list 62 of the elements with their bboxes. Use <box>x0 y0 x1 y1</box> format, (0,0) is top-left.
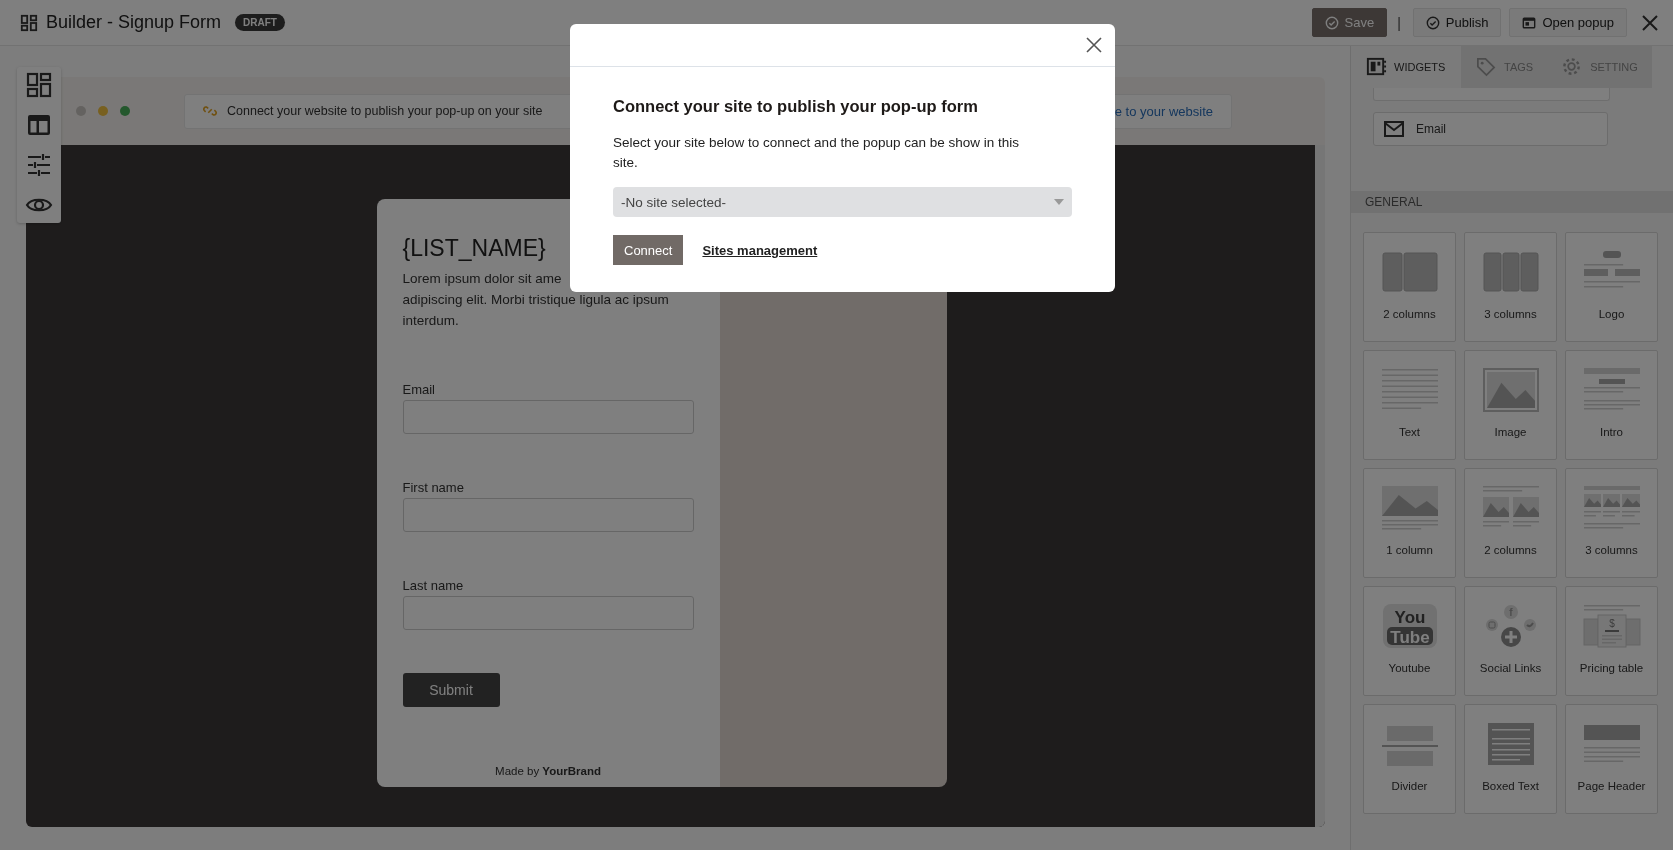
widgets-icon <box>1365 56 1387 78</box>
section-header: GENERAL <box>1351 191 1673 213</box>
two-column-layout-icon <box>1380 249 1439 295</box>
three-column-layout-icon <box>1481 249 1540 295</box>
footer-text: Made by YourBrand <box>494 765 602 777</box>
input-field[interactable] <box>402 596 694 630</box>
sites-management-link[interactable]: Sites management <box>702 242 818 258</box>
submit-button[interactable]: Submit <box>402 673 500 707</box>
widget-tile[interactable]: 2 columns <box>1363 232 1456 342</box>
check-circle-icon <box>1324 15 1339 30</box>
widget-tile[interactable]: Intro <box>1565 350 1658 460</box>
widget-tile[interactable]: You Tube Youtube <box>1363 586 1456 696</box>
image-with-text-icon <box>1380 485 1439 531</box>
sliders-icon[interactable] <box>25 151 53 179</box>
widget-item[interactable]: Email <box>1373 112 1608 146</box>
check-circle-icon <box>1425 15 1440 30</box>
status-badge: DRAFT <box>235 14 285 31</box>
widget-tile[interactable]: $ Pricing table <box>1565 586 1658 696</box>
widget-tile[interactable]: 1 column <box>1363 468 1456 578</box>
site-select[interactable]: -No site selected- <box>613 187 1072 217</box>
widget-tile[interactable]: Boxed Text <box>1464 704 1557 814</box>
intro-text: adipiscing elit. Morbi tristique ligula ac ipsum interdum. <box>402 291 670 330</box>
widget-tile[interactable]: Divider <box>1363 704 1456 814</box>
mail-icon <box>1384 121 1404 137</box>
widget-tile[interactable]: Image <box>1464 350 1557 460</box>
field-label: First name <box>402 480 465 495</box>
widget-tile[interactable]: 3 columns <box>1464 232 1557 342</box>
broken-link-icon <box>203 104 217 118</box>
tag-icon <box>1475 56 1497 78</box>
dashboard-icon[interactable] <box>25 71 53 99</box>
intro-text: Lorem ipsum dolor sit ame <box>402 270 562 288</box>
widget-tile[interactable]: Logo <box>1565 232 1658 342</box>
widget-tile[interactable]: 3 columns <box>1565 468 1658 578</box>
window-icon <box>1522 15 1537 30</box>
window-dot <box>98 106 108 116</box>
open-popup-button[interactable]: Open popup <box>1509 8 1627 37</box>
video-logo-icon: You Tube <box>1380 603 1439 649</box>
publish-button[interactable]: Publish <box>1412 8 1502 37</box>
notice-link[interactable]: e to your website <box>1114 103 1213 119</box>
three-image-columns-icon <box>1582 485 1641 531</box>
page-title: Builder - Signup Form <box>46 12 222 33</box>
save-button[interactable]: Save <box>1311 8 1388 37</box>
widget-tile[interactable]: Text <box>1363 350 1456 460</box>
dialog-title: Connect your site to publish your pop-up form <box>613 97 979 116</box>
close-icon[interactable] <box>1085 36 1103 54</box>
connect-button[interactable]: Connect <box>613 235 684 265</box>
window-dot <box>120 106 130 116</box>
separator: | <box>1397 14 1401 31</box>
widget-tile[interactable]: 2 columns <box>1464 468 1557 578</box>
image-icon <box>1481 367 1540 413</box>
field-label: Email <box>402 382 436 397</box>
grid-icon <box>20 13 38 32</box>
field-label: Last name <box>402 578 465 593</box>
dialog-text: Select your site below to connect and the popup can be show in this site. <box>613 134 1020 172</box>
close-icon[interactable] <box>1641 13 1659 32</box>
caret-icon <box>1054 199 1064 205</box>
input-field[interactable] <box>402 498 694 532</box>
intro-layout-icon <box>1582 367 1641 413</box>
input-field[interactable] <box>402 400 694 434</box>
notice-text: Connect your website to publish your pop-up on your site <box>227 104 543 118</box>
form-title: {LIST_NAME} <box>402 235 546 262</box>
widget-tile[interactable]: Page Header <box>1565 704 1658 814</box>
